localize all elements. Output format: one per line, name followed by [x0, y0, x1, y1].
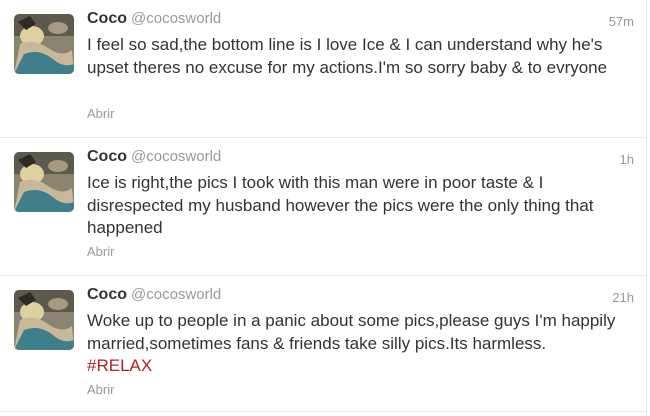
avatar[interactable]: [14, 290, 74, 350]
username[interactable]: @cocosworld: [131, 286, 221, 303]
avatar-image: [14, 152, 74, 212]
timestamp[interactable]: 57m: [609, 14, 634, 29]
timestamp[interactable]: 1h: [620, 152, 634, 167]
fullname[interactable]: Coco: [87, 286, 127, 303]
hashtag-link[interactable]: #RELAX: [87, 356, 152, 375]
timestamp[interactable]: 21h: [612, 290, 634, 305]
tweet-item[interactable]: Coco @cocosworld 57m I feel so sad,the bo…: [0, 0, 646, 138]
avatar[interactable]: [14, 14, 74, 74]
tweet-header: Coco @cocosworld: [87, 10, 221, 30]
tweet-item[interactable]: Coco @cocosworld 21h Woke up to people in…: [0, 276, 646, 412]
avatar-image: [14, 290, 74, 350]
expand-link[interactable]: Abrir: [87, 106, 114, 121]
tweet-text-body: Ice is right,the pics I took with this m…: [87, 173, 594, 237]
username[interactable]: @cocosworld: [131, 10, 221, 27]
avatar[interactable]: [14, 152, 74, 212]
fullname[interactable]: Coco: [87, 10, 127, 27]
avatar-image: [14, 14, 74, 74]
tweet-text: I feel so sad,the bottom line is I love …: [87, 34, 627, 79]
tweet-text: Ice is right,the pics I took with this m…: [87, 172, 627, 240]
username[interactable]: @cocosworld: [131, 148, 221, 165]
tweet-text-body: I feel so sad,the bottom line is I love …: [87, 35, 608, 77]
tweet-text-body: Woke up to people in a panic about some …: [87, 311, 616, 353]
tweet-header: Coco @cocosworld: [87, 286, 221, 306]
expand-link[interactable]: Abrir: [87, 244, 114, 259]
fullname[interactable]: Coco: [87, 148, 127, 165]
tweet-text: Woke up to people in a panic about some …: [87, 310, 627, 378]
tweet-item[interactable]: Coco @cocosworld 1h Ice is right,the pics…: [0, 138, 646, 276]
expand-link[interactable]: Abrir: [87, 382, 114, 397]
tweet-header: Coco @cocosworld: [87, 148, 221, 168]
tweet-stream: Coco @cocosworld 57m I feel so sad,the bo…: [0, 0, 647, 416]
